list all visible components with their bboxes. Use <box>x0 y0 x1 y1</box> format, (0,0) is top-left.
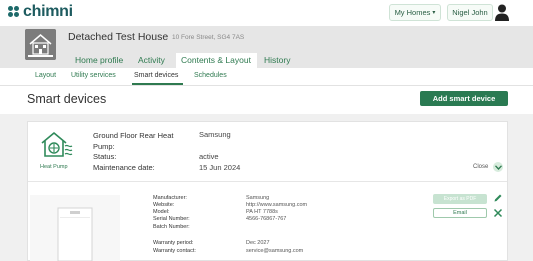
detail-label-manufacturer: Manufacturer: <box>153 195 187 201</box>
tab-history[interactable]: History <box>259 53 295 68</box>
detail-label-warranty-contact: Warranty contact: <box>153 248 196 254</box>
logo-text: chimni <box>23 3 73 20</box>
detail-label-serial-number: Serial Number: <box>153 216 190 222</box>
subtab-utility-services[interactable]: Utility services <box>71 72 116 79</box>
subtab-smart-devices[interactable]: Smart devices <box>134 72 178 79</box>
user-name: Nigel John <box>452 8 488 17</box>
detail-label-warranty-period: Warranty period: <box>153 240 194 246</box>
page-title: Smart devices <box>27 92 107 106</box>
my-homes-dropdown[interactable]: My Homes ▾ <box>389 4 441 21</box>
subtab-schedules[interactable]: Schedules <box>194 72 227 79</box>
device-brand: Samsung <box>199 130 231 139</box>
heat-pump-icon <box>41 132 73 157</box>
detail-label-website: Website: <box>153 202 175 208</box>
detail-value-warranty-contact[interactable]: service@samsung.com <box>246 248 303 254</box>
chimni-logo[interactable]: chimni <box>8 4 73 20</box>
close-label[interactable]: Close <box>473 164 488 170</box>
user-avatar-icon[interactable] <box>494 3 510 22</box>
maintenance-date-label: Maintenance date: <box>93 163 155 172</box>
detail-value-serial-number: 4566-76867-767 <box>246 216 287 222</box>
user-menu-button[interactable]: Nigel John <box>447 4 493 21</box>
detail-value-warranty-period: Dec 2027 <box>246 240 270 246</box>
delete-x-icon[interactable] <box>493 208 503 218</box>
collapse-chevron-button[interactable] <box>493 162 503 172</box>
tab-activity[interactable]: Activity <box>133 53 170 68</box>
house-address: 10 Fore Street, SG4 7AS <box>172 34 245 41</box>
appliance-image <box>30 195 120 261</box>
tab-contents-layout[interactable]: Contents & Layout <box>176 53 257 68</box>
detail-value-manufacturer: Samsung <box>246 195 270 201</box>
status-label: Status: <box>93 152 117 161</box>
my-homes-label: My Homes <box>394 8 431 17</box>
export-pdf-button[interactable]: Export as PDF <box>433 194 487 204</box>
caret-down-icon: ▾ <box>432 10 436 16</box>
maintenance-date-value: 15 Jun 2024 <box>199 163 241 172</box>
detail-value-website[interactable]: http://www.samsung.com <box>246 202 307 208</box>
detail-label-batch-number: Batch Number: <box>153 224 190 230</box>
tab-home-profile[interactable]: Home profile <box>70 53 128 68</box>
edit-pencil-icon[interactable] <box>493 193 503 203</box>
subtab-layout[interactable]: Layout <box>35 72 56 79</box>
email-button[interactable]: Email <box>433 208 487 218</box>
device-type-label: Heat Pump <box>40 164 68 170</box>
card-divider <box>28 181 507 182</box>
status-value: active <box>199 152 219 161</box>
add-smart-device-button[interactable]: Add smart device <box>420 91 508 106</box>
device-name: Ground Floor Rear Heat Pump: <box>93 131 174 151</box>
logo-mark-icon <box>8 6 20 18</box>
active-subtab-indicator <box>132 83 183 85</box>
house-thumbnail-icon <box>25 29 56 60</box>
detail-label-model: Model: <box>153 209 170 215</box>
chevron-down-icon <box>494 164 502 170</box>
detail-value-model: PA HT 7788s <box>246 209 278 215</box>
house-title: Detached Test House <box>68 31 169 43</box>
